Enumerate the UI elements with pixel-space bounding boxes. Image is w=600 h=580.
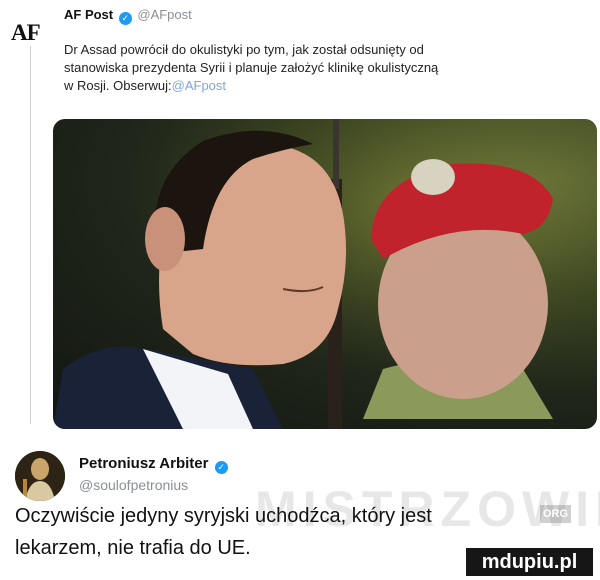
post1-text: Dr Assad powrócił do okulistyki po tym, …: [64, 41, 594, 95]
site-logo-watermark: mdupiu.pl: [466, 548, 593, 576]
petroniusz-avatar[interactable]: [15, 451, 65, 501]
verified-badge-icon: ✓: [118, 12, 132, 25]
post1-author-name[interactable]: AF Post: [64, 7, 113, 22]
post1-text-line: stanowiska prezydenta Syrii i planuje za…: [64, 60, 439, 75]
verified-badge-icon: ✓: [214, 461, 228, 474]
af-post-logo[interactable]: AF: [11, 20, 41, 46]
avatar-illustration: [15, 451, 65, 501]
post2-author-name[interactable]: Petroniusz Arbiter: [79, 455, 208, 472]
post1-header: AF Post ✓ @AFpost: [64, 7, 192, 25]
post2-author-handle[interactable]: @soulofpetronius: [79, 477, 188, 493]
post1-text-line: Dr Assad powrócił do okulistyki po tym, …: [64, 42, 424, 57]
post1-text-line3: w Rosji. Obserwuj:: [64, 78, 172, 93]
thread-connector-line: [30, 46, 31, 424]
post1-author-handle[interactable]: @AFpost: [137, 7, 191, 22]
post1-photo-illustration: [53, 119, 597, 429]
post1-mention-link[interactable]: @AFpost: [172, 78, 226, 93]
guard-figure: [363, 159, 553, 419]
post1-text-line: w Rosji. Obserwuj:@AFpost: [64, 77, 594, 95]
post2-header: Petroniusz Arbiter ✓: [79, 455, 230, 474]
post2-text-line: Oczywiście jedyny syryjski uchodźca, któ…: [15, 505, 432, 527]
post1-photo[interactable]: [53, 119, 597, 429]
